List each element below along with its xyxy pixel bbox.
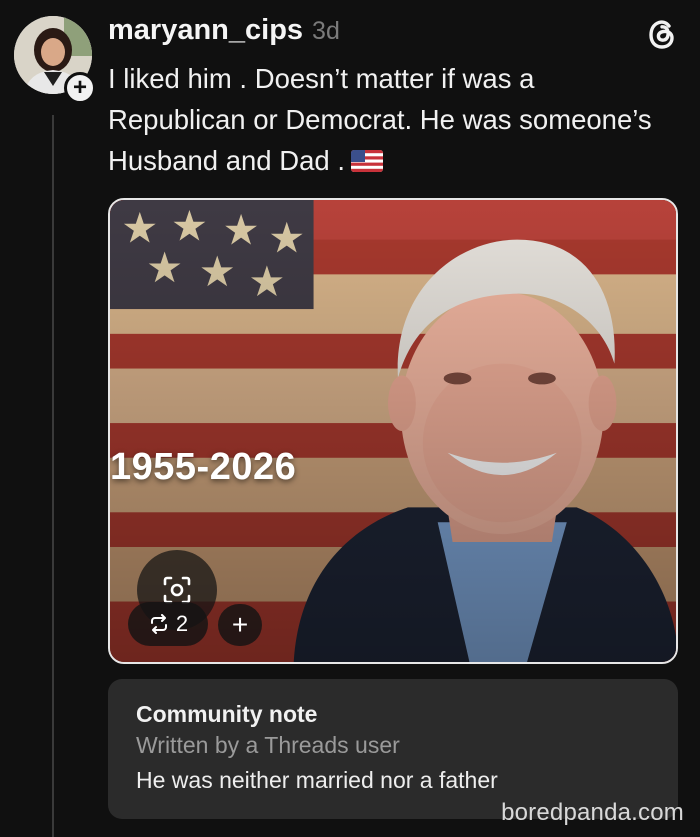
post-image[interactable]: 1955-2026 2 + bbox=[108, 198, 678, 664]
note-author: Written by a Threads user bbox=[136, 732, 400, 758]
plus-icon: + bbox=[72, 74, 87, 101]
us-flag-emoji bbox=[350, 150, 383, 172]
note-title: Community note bbox=[136, 701, 318, 727]
repost-count: 2 bbox=[175, 611, 189, 636]
repost-icon bbox=[150, 614, 167, 634]
community-note[interactable]: Community note Written by a Threads user… bbox=[108, 679, 678, 819]
post-body: I liked him . Doesn’t matter if was a Re… bbox=[108, 58, 668, 181]
username[interactable]: maryann_cips bbox=[108, 14, 303, 47]
add-button[interactable]: + bbox=[218, 604, 262, 646]
repost-button[interactable]: 2 bbox=[128, 602, 208, 646]
years-label: 1955-2026 bbox=[110, 446, 297, 488]
thread-line bbox=[52, 115, 54, 837]
note-body: He was neither married nor a father bbox=[136, 767, 498, 793]
threads-logo-icon[interactable] bbox=[642, 14, 682, 54]
visual-search-icon bbox=[163, 576, 191, 604]
post-header: maryann_cips 3d bbox=[108, 14, 340, 47]
plus-icon: + bbox=[231, 609, 249, 640]
watermark: boredpanda.com bbox=[501, 799, 684, 826]
follow-button[interactable]: + bbox=[64, 72, 96, 104]
timestamp[interactable]: 3d bbox=[312, 17, 340, 46]
